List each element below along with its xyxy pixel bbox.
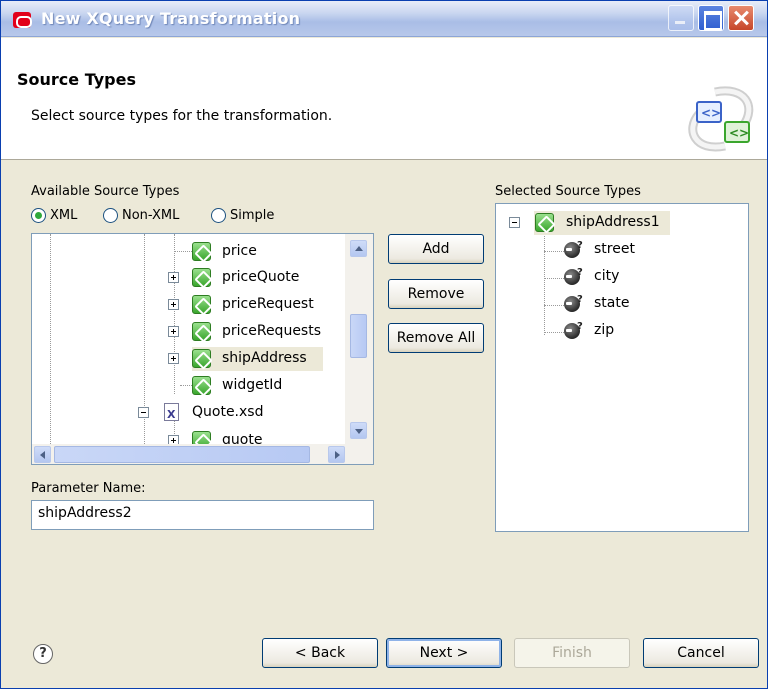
scroll-left-arrow[interactable] bbox=[34, 446, 51, 463]
oracle-app-icon bbox=[13, 12, 32, 28]
xml-element-icon bbox=[192, 349, 211, 368]
tree-item-pricerequest[interactable]: priceRequest bbox=[192, 293, 314, 317]
selected-child-zip[interactable]: ? zip bbox=[564, 319, 614, 343]
scroll-right-arrow[interactable] bbox=[328, 446, 345, 463]
svg-text:<>: <> bbox=[729, 126, 749, 140]
tree-item-pricequote[interactable]: priceQuote bbox=[192, 266, 299, 290]
xml-element-icon bbox=[192, 376, 211, 395]
xml-element-icon bbox=[192, 268, 211, 287]
available-source-tree[interactable]: price priceQuote priceRequest priceReque… bbox=[31, 233, 374, 465]
tree-item-price[interactable]: price bbox=[192, 240, 257, 264]
horizontal-scrollbar[interactable] bbox=[32, 444, 373, 464]
horizontal-scroll-thumb[interactable] bbox=[54, 446, 310, 463]
header-banner: Source Types Select source types for the… bbox=[1, 38, 767, 160]
element-icon: ? bbox=[564, 292, 584, 312]
expand-icon[interactable] bbox=[168, 353, 179, 364]
tree-item-pricerequests[interactable]: priceRequests bbox=[192, 320, 321, 344]
selected-root-item[interactable]: shipAddress1 bbox=[534, 211, 670, 235]
xsd-file-icon bbox=[164, 403, 179, 426]
scroll-up-arrow[interactable] bbox=[350, 240, 367, 257]
vertical-scrollbar[interactable] bbox=[345, 234, 373, 444]
element-icon: ? bbox=[564, 265, 584, 285]
title-bar[interactable]: New XQuery Transformation bbox=[1, 1, 767, 37]
collapse-icon[interactable] bbox=[138, 407, 149, 418]
collapse-icon[interactable] bbox=[509, 217, 520, 228]
radio-non-xml-label: Non-XML bbox=[122, 208, 180, 223]
expand-icon[interactable] bbox=[168, 272, 179, 283]
radio-xml-label: XML bbox=[50, 208, 78, 223]
parameter-name-label: Parameter Name: bbox=[31, 481, 146, 496]
available-source-types-label: Available Source Types bbox=[31, 184, 180, 199]
element-icon: ? bbox=[564, 238, 584, 258]
close-button[interactable] bbox=[728, 5, 754, 31]
maximize-button[interactable] bbox=[698, 5, 724, 31]
svg-text:<>: <> bbox=[701, 106, 721, 120]
minimize-button[interactable] bbox=[668, 5, 694, 31]
element-icon: ? bbox=[564, 319, 584, 339]
transform-wizard-icon: <> <> bbox=[688, 86, 754, 152]
xml-element-icon bbox=[192, 322, 211, 341]
cancel-button[interactable]: Cancel bbox=[643, 638, 759, 668]
expand-icon[interactable] bbox=[168, 326, 179, 337]
tree-item-shipaddress[interactable]: shipAddress bbox=[192, 347, 323, 371]
help-icon[interactable]: ? bbox=[33, 644, 53, 664]
radio-simple-label: Simple bbox=[230, 208, 275, 223]
back-button[interactable]: < Back bbox=[262, 638, 378, 668]
tree-item-quote-xsd[interactable]: Quote.xsd bbox=[164, 401, 263, 426]
xml-element-icon bbox=[192, 242, 211, 261]
selected-child-city[interactable]: ? city bbox=[564, 265, 619, 289]
expand-icon[interactable] bbox=[168, 299, 179, 310]
vertical-scroll-thumb[interactable] bbox=[350, 314, 367, 358]
next-button[interactable]: Next > bbox=[386, 638, 502, 668]
parameter-name-input[interactable]: shipAddress2 bbox=[31, 500, 374, 530]
dialog-window: New XQuery Transformation Source Types S… bbox=[0, 0, 768, 689]
finish-button: Finish bbox=[514, 638, 630, 668]
selected-child-state[interactable]: ? state bbox=[564, 292, 629, 316]
remove-all-button[interactable]: Remove All bbox=[388, 323, 484, 353]
radio-non-xml[interactable] bbox=[103, 208, 118, 223]
xml-element-icon bbox=[535, 213, 554, 232]
selected-source-types-label: Selected Source Types bbox=[495, 184, 641, 199]
remove-button[interactable]: Remove bbox=[388, 279, 484, 309]
window-title: New XQuery Transformation bbox=[41, 9, 301, 28]
page-description: Select source types for the transformati… bbox=[31, 108, 333, 124]
radio-simple[interactable] bbox=[211, 208, 226, 223]
add-button[interactable]: Add bbox=[388, 234, 484, 264]
radio-xml[interactable] bbox=[31, 208, 46, 223]
scroll-down-arrow[interactable] bbox=[350, 422, 367, 439]
page-title: Source Types bbox=[17, 70, 136, 89]
xml-element-icon bbox=[192, 295, 211, 314]
selected-source-tree[interactable]: shipAddress1 ? street ? city ? state ? z… bbox=[495, 203, 749, 532]
tree-item-widgetid[interactable]: widgetId bbox=[192, 374, 282, 398]
selected-child-street[interactable]: ? street bbox=[564, 238, 635, 262]
